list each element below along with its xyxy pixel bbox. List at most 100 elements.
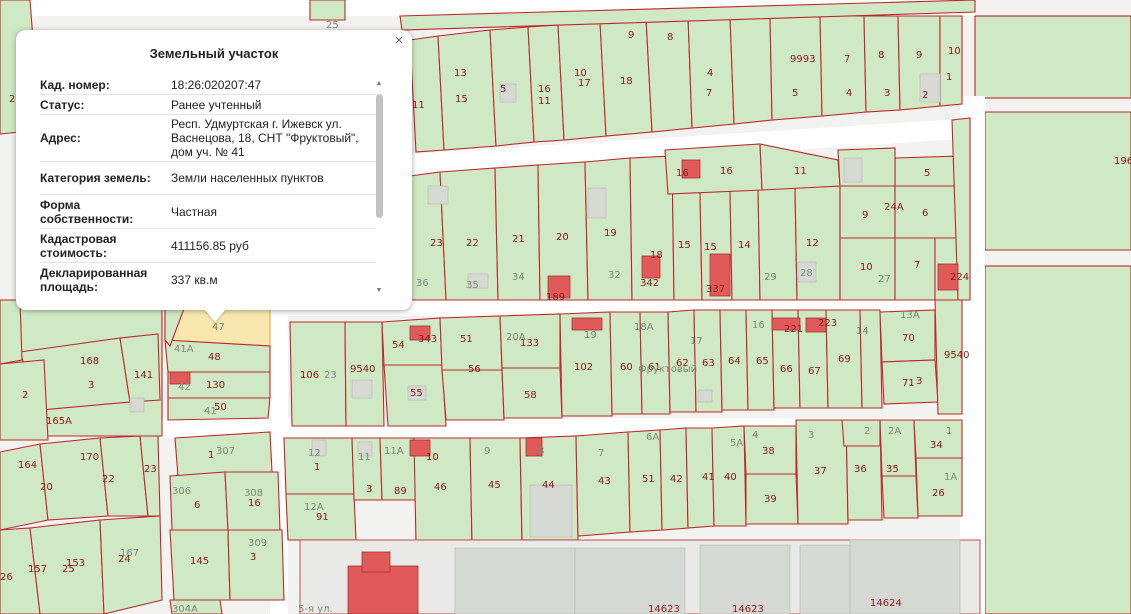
row-cadastral-number: Кад. номер: 18:26:020207:47 xyxy=(40,75,376,95)
parcel-top-right[interactable] xyxy=(974,15,1131,99)
svg-text:223: 223 xyxy=(818,318,837,329)
svg-text:36: 36 xyxy=(854,464,867,475)
svg-text:16: 16 xyxy=(538,84,551,95)
svg-text:2: 2 xyxy=(9,94,15,105)
row-value: Респ. Удмуртская г. Ижевск ул. Васнецова… xyxy=(171,117,359,159)
svg-text:7: 7 xyxy=(598,448,604,459)
scrollbar-thumb[interactable] xyxy=(376,94,383,218)
svg-text:3: 3 xyxy=(808,430,814,441)
svg-text:2: 2 xyxy=(864,426,870,437)
svg-text:304А: 304А xyxy=(172,604,198,614)
svg-text:15: 15 xyxy=(704,242,717,253)
parcel-info-popup: × Земельный участок Кад. номер: 18:26:02… xyxy=(16,30,412,310)
popup-scrollbar[interactable]: ▲ ▼ xyxy=(374,80,384,295)
svg-text:10: 10 xyxy=(860,262,873,273)
svg-text:1: 1 xyxy=(314,462,320,473)
svg-text:3: 3 xyxy=(88,380,94,391)
svg-text:18: 18 xyxy=(620,76,633,87)
svg-text:65: 65 xyxy=(756,356,769,367)
svg-text:46: 46 xyxy=(434,482,447,493)
svg-text:168: 168 xyxy=(80,356,99,367)
svg-text:6: 6 xyxy=(922,208,928,219)
svg-text:44: 44 xyxy=(542,480,555,491)
svg-text:14624: 14624 xyxy=(870,598,902,609)
row-key: Адрес: xyxy=(40,131,81,145)
svg-text:8: 8 xyxy=(878,50,884,61)
svg-text:20: 20 xyxy=(40,482,53,493)
svg-text:3: 3 xyxy=(916,376,922,387)
svg-text:6А: 6А xyxy=(646,432,659,443)
svg-text:1: 1 xyxy=(208,450,214,461)
svg-text:23: 23 xyxy=(144,464,157,475)
svg-text:9: 9 xyxy=(484,446,490,457)
svg-text:8: 8 xyxy=(538,446,544,457)
svg-text:14: 14 xyxy=(738,240,751,251)
svg-text:37: 37 xyxy=(814,466,827,477)
svg-text:5: 5 xyxy=(924,168,930,179)
svg-text:7: 7 xyxy=(914,260,920,271)
street-label-fruktovy: Фруктовый xyxy=(638,364,697,375)
scroll-up-icon[interactable]: ▲ xyxy=(374,80,384,88)
svg-text:145: 145 xyxy=(190,556,209,567)
row-status: Статус: Ранее учтенный xyxy=(40,95,376,115)
row-declared-area: Декларированная площадь: 337 кв.м xyxy=(40,263,376,294)
svg-text:13: 13 xyxy=(454,68,467,79)
popup-title: Земельный участок xyxy=(149,46,279,61)
svg-text:6: 6 xyxy=(194,500,200,511)
row-land-category: Категория земель: Земли населенных пункт… xyxy=(40,162,376,195)
svg-text:14623: 14623 xyxy=(732,604,764,614)
scroll-down-icon[interactable]: ▼ xyxy=(374,287,384,295)
svg-text:38: 38 xyxy=(762,446,775,457)
svg-text:67: 67 xyxy=(808,366,821,377)
svg-text:141: 141 xyxy=(134,370,153,381)
svg-text:24А: 24А xyxy=(884,202,904,213)
svg-text:45: 45 xyxy=(488,480,501,491)
svg-text:13А: 13А xyxy=(900,310,920,321)
svg-text:69: 69 xyxy=(838,354,851,365)
row-key: Форма собственности: xyxy=(40,197,134,226)
svg-text:133: 133 xyxy=(520,338,539,349)
svg-text:2: 2 xyxy=(22,390,28,401)
svg-text:15: 15 xyxy=(455,94,468,105)
parcel-right-lower[interactable] xyxy=(984,265,1131,614)
svg-text:42: 42 xyxy=(178,382,191,393)
svg-text:1: 1 xyxy=(946,426,952,437)
svg-text:130: 130 xyxy=(206,380,225,391)
svg-text:5: 5 xyxy=(792,88,798,99)
row-key: Кад. номер: xyxy=(40,77,110,92)
svg-text:55: 55 xyxy=(410,388,423,399)
svg-text:56: 56 xyxy=(468,364,481,375)
svg-text:15: 15 xyxy=(678,240,691,251)
svg-text:3: 3 xyxy=(884,88,890,99)
svg-text:9: 9 xyxy=(628,30,634,41)
svg-text:48: 48 xyxy=(208,352,221,363)
svg-text:224: 224 xyxy=(950,272,969,283)
svg-text:39: 39 xyxy=(764,494,777,505)
svg-text:50: 50 xyxy=(214,402,227,413)
svg-text:58: 58 xyxy=(524,390,537,401)
row-value: Частная xyxy=(171,204,217,219)
svg-text:10: 10 xyxy=(948,46,961,57)
svg-text:51: 51 xyxy=(642,474,655,485)
svg-text:343: 343 xyxy=(418,334,437,345)
svg-text:1А: 1А xyxy=(944,472,957,483)
svg-text:71: 71 xyxy=(902,378,915,389)
svg-text:165А: 165А xyxy=(46,416,72,427)
svg-text:10: 10 xyxy=(426,452,439,463)
svg-text:11: 11 xyxy=(538,96,551,107)
svg-text:66: 66 xyxy=(780,364,793,375)
svg-text:34: 34 xyxy=(512,272,525,283)
svg-text:41А: 41А xyxy=(174,344,194,355)
parcel-right-196[interactable] xyxy=(984,111,1131,251)
info-table[interactable]: Кад. номер: 18:26:020207:47 Статус: Ране… xyxy=(40,75,376,293)
svg-text:102: 102 xyxy=(574,362,593,373)
svg-text:8: 8 xyxy=(667,32,673,43)
svg-text:22: 22 xyxy=(466,238,479,249)
svg-text:28: 28 xyxy=(800,268,813,279)
svg-text:43: 43 xyxy=(598,476,611,487)
row-ownership: Форма собственности: Частная xyxy=(40,195,376,229)
svg-text:9540: 9540 xyxy=(350,364,375,375)
svg-text:17: 17 xyxy=(690,336,703,347)
svg-text:3: 3 xyxy=(250,552,256,563)
svg-text:11А: 11А xyxy=(384,446,404,457)
